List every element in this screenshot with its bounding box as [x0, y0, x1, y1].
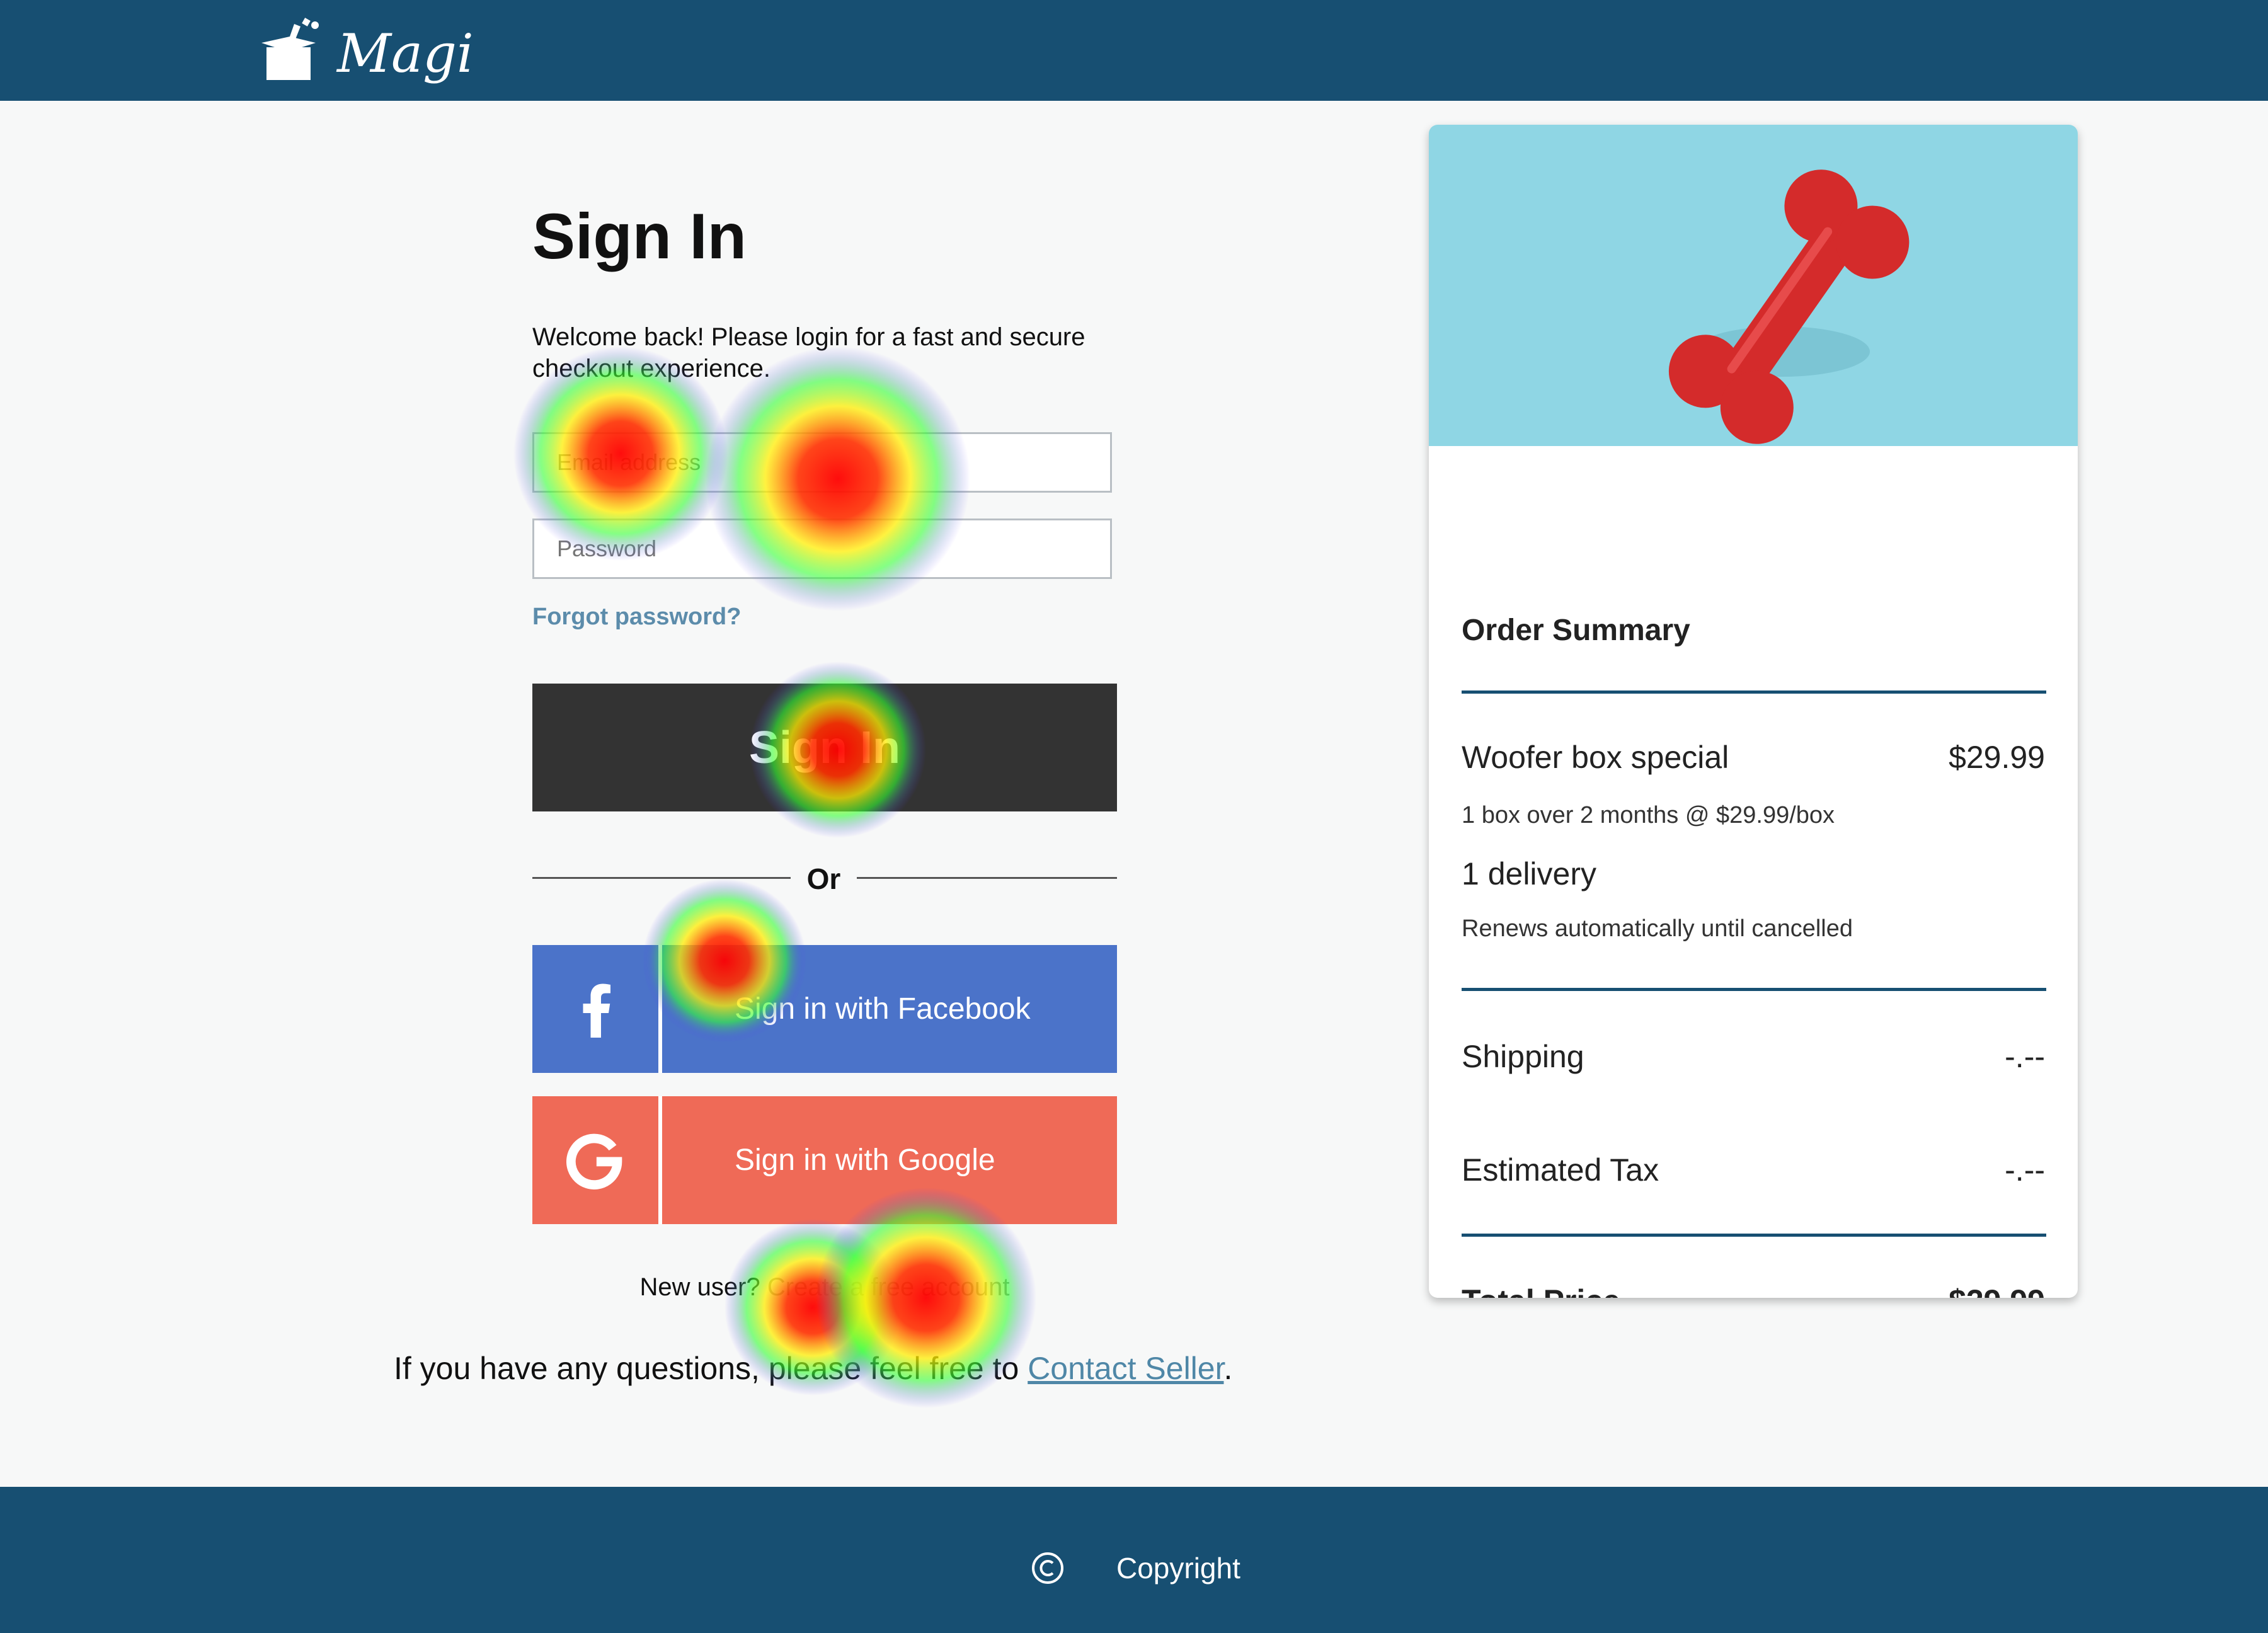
total-label: Total Price: [1462, 1283, 1620, 1298]
item-price: $29.99: [1949, 740, 2045, 775]
facebook-button-label: Sign in with Facebook: [735, 992, 1031, 1026]
new-user-label: New user?: [639, 1273, 760, 1301]
email-field[interactable]: [532, 432, 1112, 493]
tax-label: Estimated Tax: [1462, 1152, 1659, 1188]
gift-box-icon[interactable]: [255, 13, 331, 88]
renewal-note: Renews automatically until cancelled: [1462, 915, 1853, 942]
copyright-icon: [1032, 1552, 1063, 1584]
total-value: $29.99: [1949, 1283, 2045, 1298]
order-summary-title: Order Summary: [1462, 614, 1690, 647]
questions-text: If you have any questions, please feel f…: [394, 1348, 1276, 1389]
product-image: [1429, 125, 2078, 446]
shipping-label: Shipping: [1462, 1039, 1584, 1074]
google-sign-in-button[interactable]: Sign in with Google: [532, 1096, 1117, 1224]
divider: [1462, 1234, 2046, 1237]
shipping-value: -.--: [2005, 1039, 2045, 1074]
delivery-count: 1 delivery: [1462, 856, 1596, 891]
divider-right: [857, 877, 1117, 879]
item-name: Woofer box special: [1462, 740, 1729, 775]
password-field[interactable]: [532, 519, 1112, 579]
contact-seller-link[interactable]: Contact Seller: [1028, 1351, 1223, 1386]
questions-prefix: If you have any questions, please feel f…: [394, 1351, 1028, 1386]
create-account-link[interactable]: Create a free account: [767, 1273, 1010, 1301]
order-summary-card: Order Summary Woofer box special $29.99 …: [1429, 125, 2078, 1298]
divider: [1462, 690, 2046, 694]
google-button-label: Sign in with Google: [735, 1143, 995, 1177]
page-title: Sign In: [532, 200, 747, 272]
questions-suffix: .: [1223, 1351, 1233, 1386]
welcome-text: Welcome back! Please login for a fast an…: [532, 323, 1085, 382]
new-user-prompt: New user? Create a free account: [532, 1271, 1117, 1303]
or-separator: Or: [806, 862, 841, 895]
copyright-text: Copyright: [1116, 1552, 1240, 1584]
brand-name[interactable]: Magi: [337, 22, 474, 85]
forgot-password-link[interactable]: Forgot password?: [532, 604, 741, 631]
google-icon: [532, 1096, 658, 1224]
divider-left: [532, 877, 791, 879]
facebook-icon: [532, 945, 658, 1073]
tax-value: -.--: [2005, 1152, 2045, 1188]
facebook-sign-in-button[interactable]: Sign in with Facebook: [532, 945, 1117, 1073]
sign-in-button[interactable]: Sign In: [532, 684, 1117, 811]
item-detail: 1 box over 2 months @ $29.99/box: [1462, 802, 1835, 828]
divider: [1462, 988, 2046, 991]
